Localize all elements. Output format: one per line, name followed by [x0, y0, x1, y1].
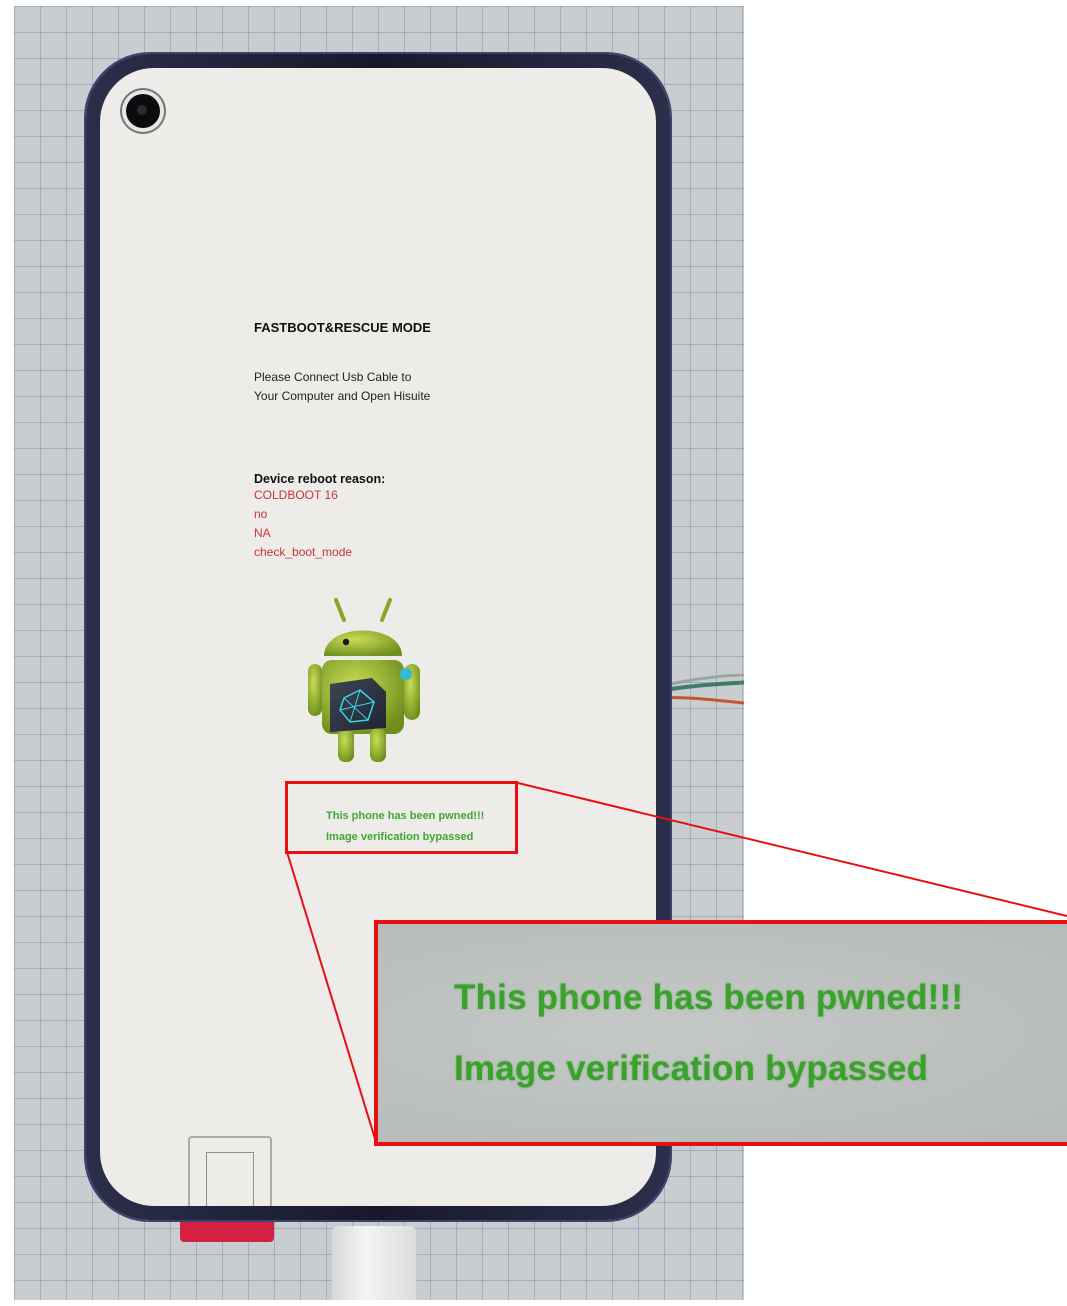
zoom-inset: This phone has been pwned!!! Image verif… — [374, 920, 1067, 1146]
zoom-line-2: Image verification bypassed — [454, 1049, 929, 1088]
highlight-box — [285, 781, 518, 854]
zoom-line-1: This phone has been pwned!!! — [454, 978, 964, 1017]
